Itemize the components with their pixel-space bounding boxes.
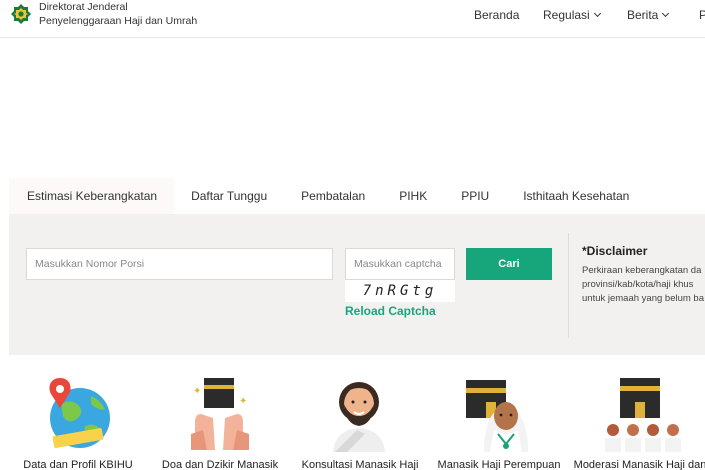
tab-estimasi-keberangkatan[interactable]: Estimasi Keberangkatan <box>9 178 175 214</box>
panel-divider <box>568 233 569 338</box>
disclaimer-title: *Disclaimer <box>582 244 648 258</box>
svg-text:✦: ✦ <box>193 386 201 397</box>
disclaimer-line-3: untuk jemaah yang belum ba <box>582 293 704 304</box>
disclaimer-text: Perkiraan keberangkatan da provinsi/kab/… <box>582 264 705 306</box>
tab-ppiu[interactable]: PPIU <box>444 178 507 214</box>
captcha-input[interactable]: Masukkan captcha <box>345 248 455 280</box>
nav-regulasi-label: Regulasi <box>543 8 590 22</box>
svg-text:✦: ✦ <box>239 396 247 407</box>
kemenag-logo-icon[interactable] <box>9 3 33 27</box>
brand-line-1: Direktorat Jenderal <box>39 1 128 13</box>
tab-pembatalan[interactable]: Pembatalan <box>284 178 383 214</box>
disclaimer-line-1: Perkiraan keberangkatan da <box>582 265 702 276</box>
tab-bar: Estimasi Keberangkatan Daftar Tunggu Pem… <box>9 178 705 214</box>
tab-daftar-tunggu[interactable]: Daftar Tunggu <box>174 178 285 214</box>
nav-beranda-label: Beranda <box>474 8 520 22</box>
nav-beranda[interactable]: Beranda <box>474 8 519 22</box>
estimasi-panel: Estimasi Keberangkatan Daftar Tunggu Pem… <box>9 178 705 355</box>
tab-pihk[interactable]: PIHK <box>382 178 445 214</box>
brand-title[interactable]: Direktorat Jenderal Penyelenggaraan Haji… <box>39 0 197 28</box>
brand-line-2: Penyelenggaraan Haji dan Umrah <box>39 15 198 27</box>
nav-berita-label: Berita <box>627 8 659 22</box>
cari-button[interactable]: Cari <box>466 248 552 280</box>
woman-hijab-kaaba-icon <box>466 380 528 452</box>
tab-isthitaah-kesehatan[interactable]: Isthitaah Kesehatan <box>506 178 647 214</box>
nav-berita[interactable]: Berita <box>627 8 670 22</box>
chevron-down-icon <box>662 9 670 18</box>
bearded-man-ihram-icon <box>333 382 385 452</box>
site-header: Direktorat Jenderal Penyelenggaraan Haji… <box>0 0 705 38</box>
tab-bar-filler <box>646 178 705 214</box>
service-label: Moderasi Manasik Haji dan <box>573 459 705 470</box>
nav-more[interactable]: P <box>699 8 705 22</box>
pilgrims-kaaba-icon <box>605 378 681 452</box>
reload-captcha-link[interactable]: Reload Captcha <box>345 304 436 318</box>
nav-regulasi[interactable]: Regulasi <box>543 8 601 22</box>
nomor-porsi-input[interactable]: Masukkan Nomor Porsi <box>26 248 333 280</box>
praying-hands-kaaba-icon: ✦ ✦ <box>191 378 249 450</box>
nav-more-label: P <box>699 8 705 22</box>
captcha-image: 7nRGtg <box>345 280 455 302</box>
chevron-down-icon <box>593 9 601 18</box>
globe-pin-icon <box>49 378 110 448</box>
disclaimer-line-2: provinsi/kab/kota/haji khus <box>582 279 694 290</box>
